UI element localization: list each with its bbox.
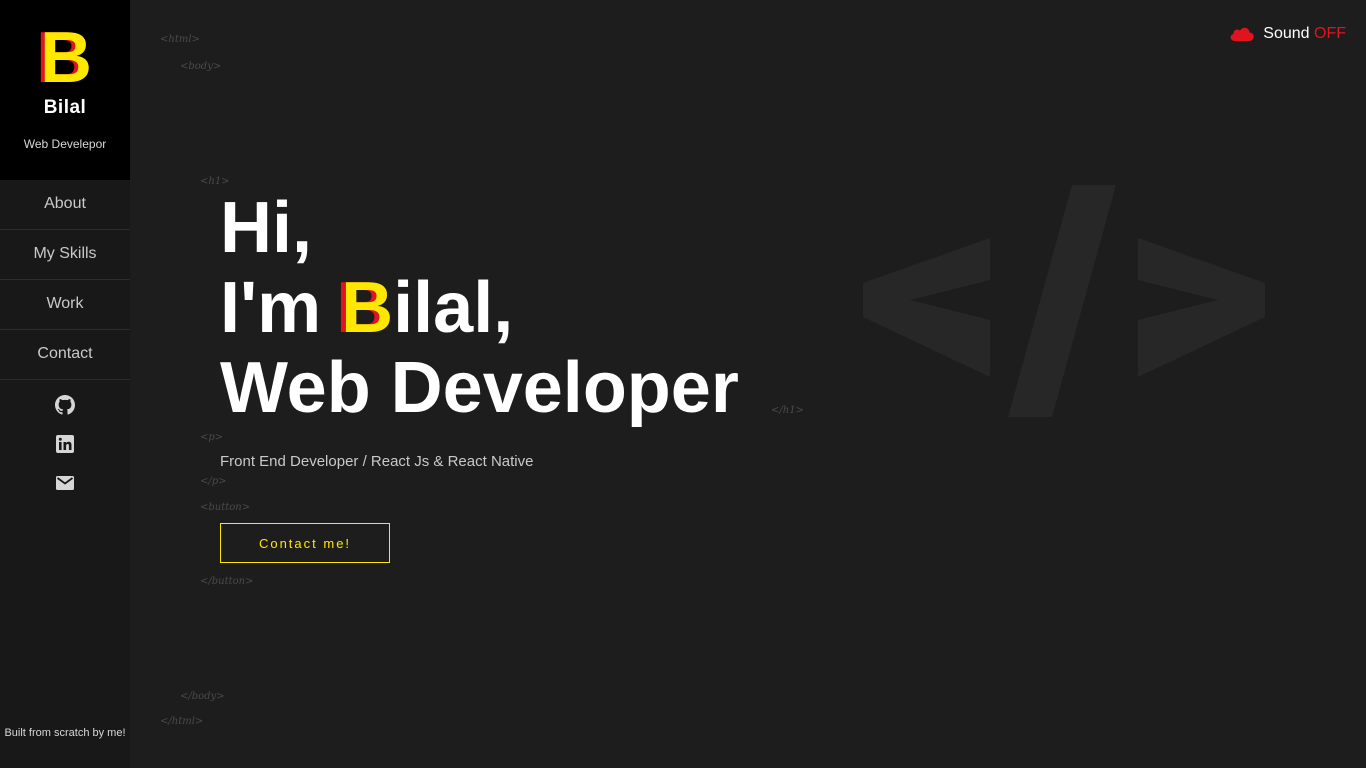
contact-me-button[interactable]: Contact me! xyxy=(220,523,390,563)
main-nav: About My Skills Work Contact xyxy=(0,180,130,380)
github-icon[interactable] xyxy=(55,395,75,415)
sound-toggle[interactable]: Sound OFF xyxy=(1229,22,1346,43)
logo-block[interactable]: B Bilal Web Develepor xyxy=(0,0,130,180)
nav-item-about[interactable]: About xyxy=(0,180,130,230)
hero-line-1: Hi, xyxy=(220,188,313,268)
hero-heading: Hi, I'm Bilal, Web Developer xyxy=(220,188,739,428)
nav-item-my-skills[interactable]: My Skills xyxy=(0,230,130,280)
brand-role: Web Develepor xyxy=(23,137,107,151)
tag-h1-close: </h1> xyxy=(771,405,804,416)
hero-highlight-letter: B xyxy=(341,268,394,348)
footer-note: Built from scratch by me! xyxy=(4,727,126,739)
cloud-icon xyxy=(1229,27,1259,46)
hero-line-2: I'm Bilal, xyxy=(220,268,739,348)
hero-line-3: Web Developer xyxy=(220,348,739,428)
nav-item-contact[interactable]: Contact xyxy=(0,330,130,380)
tag-button-open: <button> xyxy=(200,502,251,513)
logo-letter: B xyxy=(40,18,92,98)
tag-p-open: <p> xyxy=(200,432,224,443)
sidebar: B Bilal Web Develepor About My Skills Wo… xyxy=(0,0,130,768)
sound-state: OFF xyxy=(1314,25,1346,42)
tag-body-close: </body> xyxy=(180,691,225,702)
sound-label: Sound xyxy=(1263,25,1310,42)
mail-icon[interactable] xyxy=(55,473,75,493)
tag-h1-open: <h1> xyxy=(200,176,230,187)
tag-button-close: </button> xyxy=(200,576,254,587)
linkedin-icon[interactable] xyxy=(55,434,75,454)
tag-p-close: </p> xyxy=(200,476,227,487)
tag-html-open: <html> xyxy=(160,34,200,45)
hero-subtitle: Front End Developer / React Js & React N… xyxy=(220,453,534,470)
hero-line-2-suffix: ilal, xyxy=(393,268,514,348)
code-brackets-icon xyxy=(863,185,1265,417)
hero-line-2-prefix: I'm xyxy=(220,268,342,348)
tag-html-close: </html> xyxy=(160,716,204,727)
tag-body-open: <body> xyxy=(180,61,222,72)
brand-name: Bilal xyxy=(43,97,87,118)
nav-item-work[interactable]: Work xyxy=(0,280,130,330)
